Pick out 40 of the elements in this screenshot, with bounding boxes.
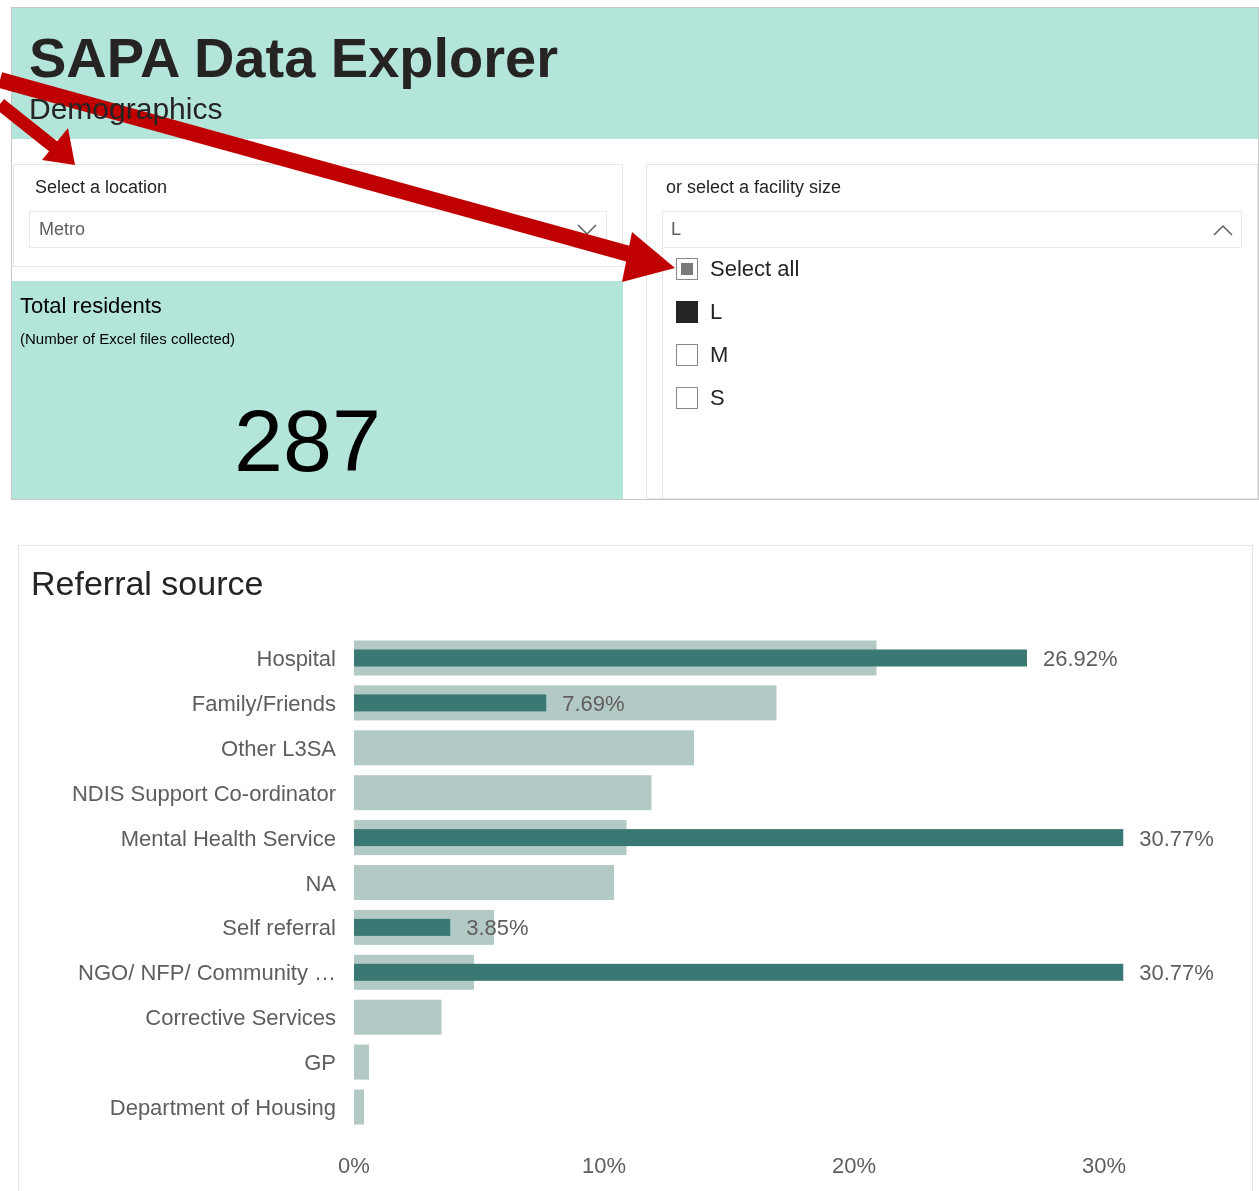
category-label: Hospital — [256, 646, 336, 671]
axis-tick-label: 30% — [1082, 1153, 1126, 1178]
data-label: 3.85% — [466, 915, 529, 941]
category-label: Department of Housing — [109, 1095, 336, 1120]
data-label: 30.77% — [1139, 960, 1214, 986]
slicer-label: or select a facility size — [665, 176, 843, 199]
category-label: Self referral — [222, 915, 336, 941]
card-title: Total residents — [20, 292, 163, 320]
checkbox[interactable] — [676, 386, 698, 409]
size-dropdown[interactable]: L — [662, 211, 1242, 248]
card-subtitle: (Number of Excel files collected) — [20, 329, 237, 349]
category-label: Mental Health Service — [120, 825, 336, 851]
category-label: Other L3SA — [221, 735, 336, 761]
axis-tick-label: 0% — [338, 1153, 370, 1178]
axis-tick-label: 20% — [832, 1153, 876, 1178]
card-value: 287 — [234, 396, 382, 485]
option-label[interactable]: Select all — [710, 252, 800, 285]
option-label[interactable]: M — [710, 338, 729, 371]
data-label: 26.92% — [1043, 646, 1118, 671]
axis-tick-label: 10% — [582, 1153, 626, 1178]
category-label: Family/Friends — [191, 690, 336, 716]
checkbox[interactable] — [676, 300, 698, 323]
bar — [354, 1044, 369, 1080]
category-label: NDIS Support Co-ordinator — [71, 780, 336, 806]
checkbox[interactable] — [676, 343, 698, 366]
location-dropdown[interactable]: Metro — [29, 211, 607, 248]
chevron-down-icon — [577, 223, 597, 236]
category-label: GP — [304, 1050, 336, 1076]
chart-title: Referral source — [31, 563, 264, 604]
category-label: NA — [305, 870, 336, 896]
category-label: Corrective Services — [145, 1005, 336, 1031]
option-label[interactable]: L — [710, 295, 723, 328]
bar — [354, 1089, 364, 1125]
chevron-up-icon — [1213, 223, 1233, 236]
category-label: NGO/ NFP/ Community … — [78, 960, 336, 986]
data-label: 30.77% — [1139, 825, 1214, 851]
option-label[interactable]: S — [710, 381, 725, 414]
slicer-label: Select a location — [34, 176, 169, 199]
checkbox[interactable] — [676, 257, 698, 280]
data-label: 7.69% — [562, 690, 625, 716]
